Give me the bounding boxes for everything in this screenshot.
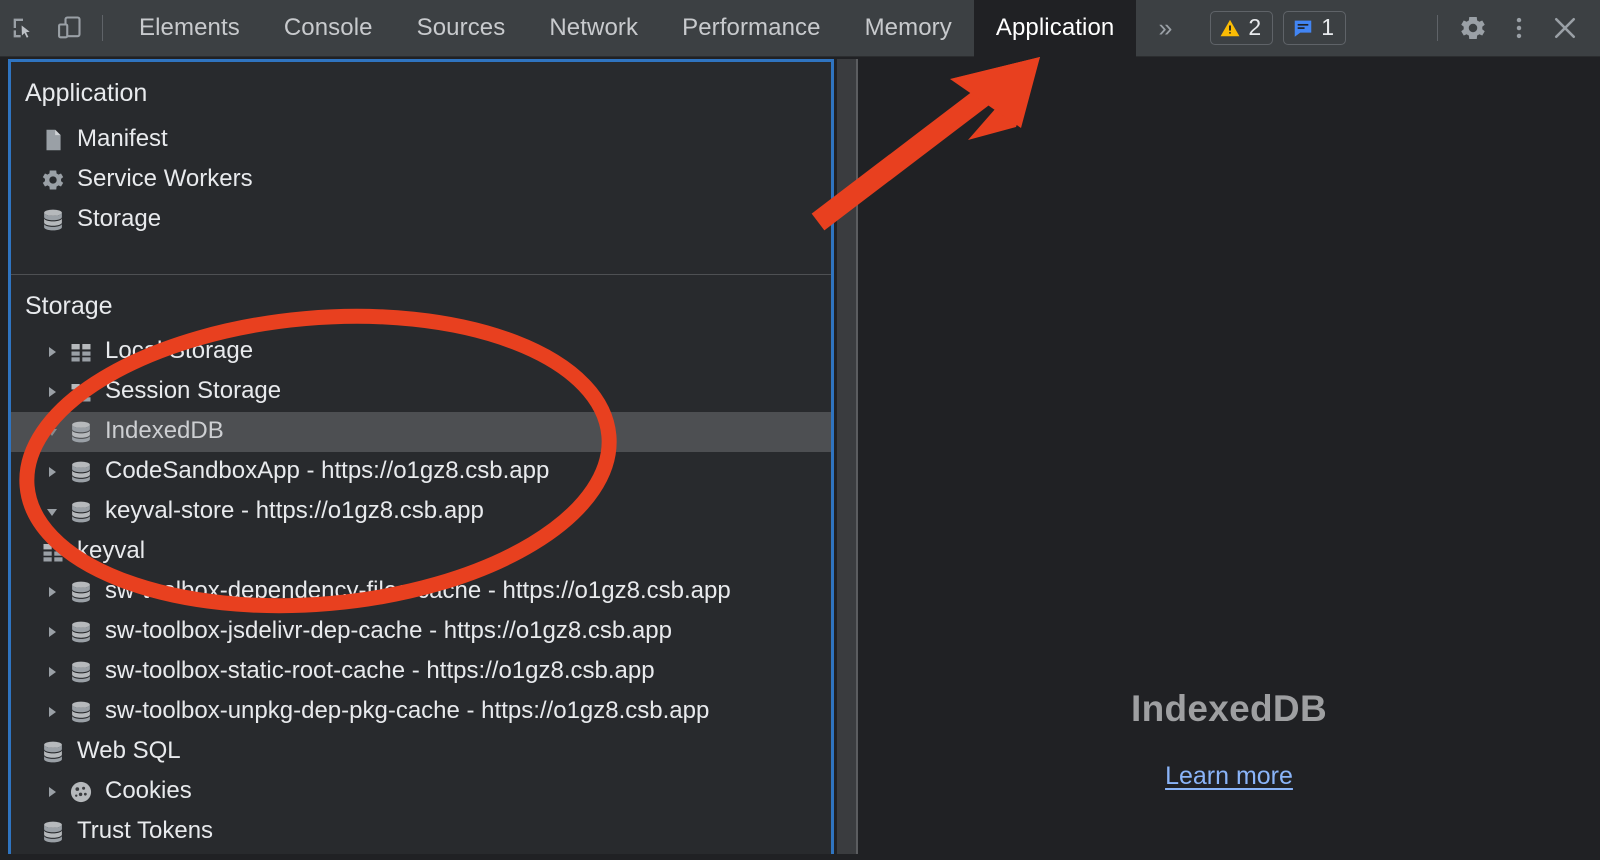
database-icon: [65, 499, 97, 525]
more-tabs-chevron-icon[interactable]: »: [1136, 0, 1194, 57]
manifest-document-icon: [37, 127, 69, 153]
database-icon: [37, 739, 69, 765]
devtools-window: Elements Console Sources Network Perform…: [0, 0, 1600, 860]
chevron-right-icon[interactable]: [39, 784, 65, 800]
sidebar-item-session-storage[interactable]: Session Storage: [11, 372, 831, 412]
tab-console[interactable]: Console: [262, 0, 395, 57]
sidebar-item-cookies[interactable]: Cookies: [11, 772, 831, 812]
database-icon: [65, 659, 97, 685]
message-badge[interactable]: 1: [1283, 11, 1346, 45]
sidebar-item-label: sw-toolbox-static-root-cache - https://o…: [105, 657, 655, 684]
sidebar-item-label: Manifest: [77, 124, 168, 152]
toolbar-divider: [102, 15, 103, 41]
chevron-right-icon[interactable]: [39, 624, 65, 640]
database-icon: [65, 419, 97, 445]
sidebar-item-label: CodeSandboxApp - https://o1gz8.csb.app: [105, 457, 550, 484]
issue-badges: 2 1: [1210, 11, 1346, 45]
empty-state: IndexedDB Learn more: [858, 688, 1600, 791]
sidebar-item-label: keyval: [77, 537, 146, 564]
toolbar-right-actions: [1425, 5, 1600, 51]
sidebar-section-application-title: Application: [25, 79, 148, 107]
tab-sources[interactable]: Sources: [395, 0, 528, 57]
sidebar-content: Application Manifest Service Workers Sto…: [11, 62, 831, 854]
chevron-right-icon[interactable]: [39, 704, 65, 720]
sidebar-item-indexeddb[interactable]: IndexedDB: [11, 412, 831, 452]
database-icon: [65, 459, 97, 485]
chevron-right-icon[interactable]: [39, 344, 65, 360]
sidebar-item-label: Cookies: [105, 777, 192, 804]
learn-more-link[interactable]: Learn more: [1165, 762, 1293, 791]
sidebar-item-label: sw-toolbox-unpkg-dep-pkg-cache - https:/…: [105, 697, 710, 724]
tab-network[interactable]: Network: [527, 0, 660, 57]
chevron-right-icon[interactable]: [39, 384, 65, 400]
sidebar-item-keyval-objectstore[interactable]: keyval: [11, 532, 831, 572]
tab-performance[interactable]: Performance: [660, 0, 843, 57]
devtools-toolbar: Elements Console Sources Network Perform…: [0, 0, 1600, 57]
database-icon: [37, 207, 69, 233]
sidebar-item-sw-toolbox-unpkg-dep-pkg-cache[interactable]: sw-toolbox-unpkg-dep-pkg-cache - https:/…: [11, 692, 831, 732]
sidebar-item-label: Local Storage: [105, 337, 254, 364]
sidebar-item-keyval-store-db[interactable]: keyval-store - https://o1gz8.csb.app: [11, 492, 831, 532]
sidebar-item-local-storage[interactable]: Local Storage: [11, 332, 831, 372]
sidebar-item-label: keyval-store - https://o1gz8.csb.app: [105, 497, 484, 524]
sidebar-item-codesandboxapp-db[interactable]: CodeSandboxApp - https://o1gz8.csb.app: [11, 452, 831, 492]
empty-state-title: IndexedDB: [1131, 688, 1327, 729]
sidebar-item-sw-toolbox-jsdelivr-dep-cache[interactable]: sw-toolbox-jsdelivr-dep-cache - https://…: [11, 612, 831, 652]
chevron-right-icon[interactable]: [39, 584, 65, 600]
table-grid-icon: [37, 540, 69, 564]
sidebar-item-sw-toolbox-dependency-files-cache[interactable]: sw-toolbox-dependency-files-cache - http…: [11, 572, 831, 612]
table-grid-icon: [65, 380, 97, 404]
tab-elements[interactable]: Elements: [117, 0, 262, 57]
inspect-element-icon[interactable]: [0, 5, 46, 51]
chevron-down-icon[interactable]: [39, 504, 65, 520]
sidebar-item-service-workers[interactable]: Service Workers: [11, 160, 831, 200]
chevron-right-icon[interactable]: [39, 664, 65, 680]
close-icon[interactable]: [1542, 5, 1588, 51]
sidebar-section-storage-title: Storage: [25, 291, 113, 320]
sidebar-item-web-sql[interactable]: Web SQL: [11, 732, 831, 772]
warning-badge[interactable]: 2: [1210, 11, 1274, 45]
sidebar-item-storage[interactable]: Storage: [11, 200, 831, 240]
sidebar-item-label: Storage: [77, 204, 162, 232]
database-icon: [65, 699, 97, 725]
sidebar-item-trust-tokens[interactable]: Trust Tokens: [11, 812, 831, 852]
table-grid-icon: [65, 340, 97, 364]
gear-icon: [37, 167, 69, 193]
database-icon: [37, 819, 69, 845]
database-icon: [65, 579, 97, 605]
sidebar-item-label: IndexedDB: [105, 417, 224, 444]
sidebar-scrollbar[interactable]: [837, 59, 856, 854]
chevron-down-icon[interactable]: [39, 424, 65, 440]
message-bubble-icon: [1294, 20, 1312, 37]
panel-tabs: Elements Console Sources Network Perform…: [117, 0, 1137, 57]
device-toolbar-icon[interactable]: [46, 5, 92, 51]
sidebar-item-label: sw-toolbox-jsdelivr-dep-cache - https://…: [105, 617, 672, 644]
database-icon: [65, 619, 97, 645]
sidebar-item-sw-toolbox-static-root-cache[interactable]: sw-toolbox-static-root-cache - https://o…: [11, 652, 831, 692]
tab-application[interactable]: Application: [973, 0, 1137, 57]
sidebar-item-label: Service Workers: [77, 164, 253, 192]
sidebar-item-label: Web SQL: [77, 737, 181, 764]
indexeddb-main-panel: IndexedDB Learn more: [858, 58, 1600, 860]
message-count: 1: [1321, 13, 1334, 40]
warning-triangle-icon: [1220, 19, 1240, 37]
tab-memory[interactable]: Memory: [843, 0, 974, 57]
toolbar-divider-right: [1437, 15, 1438, 41]
chevron-right-icon[interactable]: [39, 464, 65, 480]
sidebar-item-label: sw-toolbox-dependency-files-cache - http…: [105, 577, 731, 604]
warning-count: 2: [1248, 13, 1262, 40]
sidebar-item-label: Trust Tokens: [77, 817, 214, 844]
sidebar-item-label: Session Storage: [105, 377, 282, 404]
application-sidebar[interactable]: Application Manifest Service Workers Sto…: [8, 59, 834, 854]
gear-icon[interactable]: [1450, 5, 1496, 51]
sidebar-item-manifest[interactable]: Manifest: [11, 120, 831, 160]
cookie-icon: [65, 779, 97, 805]
kebab-menu-icon[interactable]: [1496, 5, 1542, 51]
